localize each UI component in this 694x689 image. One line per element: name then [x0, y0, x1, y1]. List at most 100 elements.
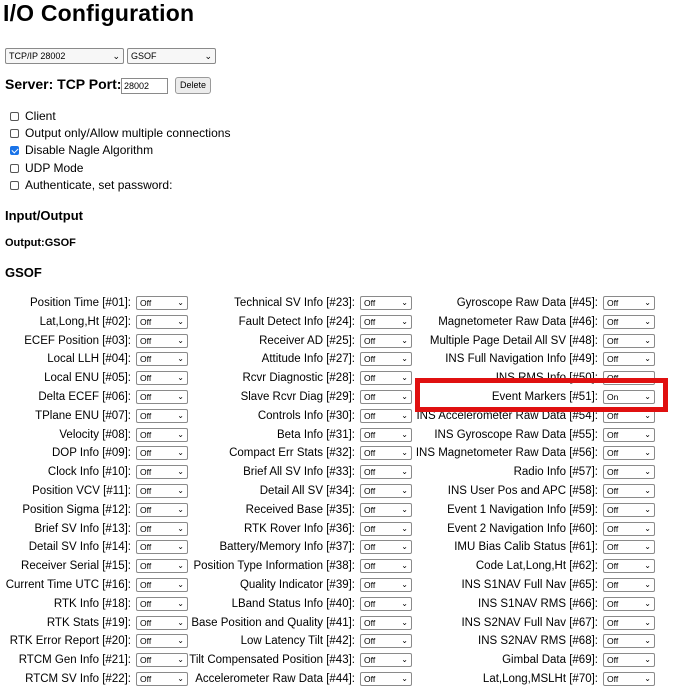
- gsof-rate-select[interactable]: Off ⌄: [136, 634, 188, 649]
- checkbox[interactable]: [10, 128, 19, 138]
- gsof-message-label: Velocity [#08]:: [59, 428, 131, 441]
- gsof-rate-select[interactable]: Off ⌄: [603, 634, 655, 649]
- gsof-rate-select[interactable]: Off ⌄: [603, 352, 655, 367]
- checkbox-row[interactable]: Output only/Allow multiple connections: [10, 125, 230, 141]
- gsof-rate-value: Off: [364, 636, 376, 647]
- gsof-rate-select[interactable]: Off ⌄: [603, 615, 655, 630]
- gsof-rate-select[interactable]: Off ⌄: [360, 296, 412, 310]
- gsof-message-label: Brief All SV Info [#33]:: [243, 466, 355, 479]
- gsof-rate-select[interactable]: Off ⌄: [136, 427, 188, 442]
- gsof-rate-select[interactable]: Off ⌄: [603, 427, 655, 442]
- chevron-down-icon: ⌄: [401, 674, 408, 683]
- checkbox[interactable]: [10, 111, 19, 121]
- gsof-rate-select[interactable]: Off ⌄: [603, 559, 655, 574]
- gsof-rate-select[interactable]: Off ⌄: [603, 465, 655, 480]
- gsof-rate-select[interactable]: Off ⌄: [603, 484, 655, 498]
- gsof-rate-value: Off: [140, 523, 152, 534]
- format-select[interactable]: GSOF ⌄: [127, 48, 216, 64]
- gsof-rate-select[interactable]: Off ⌄: [360, 446, 412, 461]
- gsof-rate-select[interactable]: Off ⌄: [360, 371, 412, 386]
- checkbox-label: Output only/Allow multiple connections: [25, 126, 231, 140]
- gsof-message-label: Attitude Info [#27]:: [261, 353, 355, 366]
- gsof-rate-select[interactable]: Off ⌄: [136, 484, 188, 498]
- tcp-port-input[interactable]: 28002: [121, 78, 168, 94]
- delete-button[interactable]: Delete: [175, 77, 211, 94]
- checkbox[interactable]: [10, 163, 19, 173]
- gsof-rate-select[interactable]: Off ⌄: [136, 352, 188, 367]
- gsof-rate-select[interactable]: Off ⌄: [603, 521, 655, 536]
- gsof-rate-value: Off: [607, 523, 619, 534]
- gsof-rate-select[interactable]: Off ⌄: [136, 446, 188, 461]
- gsof-message-label: RTCM Gen Info [#21]:: [18, 654, 131, 667]
- gsof-rate-select[interactable]: Off ⌄: [136, 521, 188, 536]
- gsof-message-label: LBand Status Info [#40]:: [231, 597, 355, 610]
- gsof-rate-select[interactable]: Off ⌄: [360, 540, 412, 555]
- gsof-rate-value: Off: [140, 542, 152, 553]
- gsof-rate-select[interactable]: Off ⌄: [603, 314, 655, 329]
- gsof-rate-select[interactable]: Off ⌄: [136, 672, 188, 686]
- gsof-rate-select[interactable]: Off ⌄: [360, 559, 412, 574]
- gsof-rate-select[interactable]: Off ⌄: [136, 578, 188, 592]
- gsof-rate-select[interactable]: Off ⌄: [136, 615, 188, 630]
- gsof-rate-select[interactable]: Off ⌄: [360, 672, 412, 686]
- gsof-rate-select[interactable]: Off ⌄: [360, 578, 412, 592]
- gsof-rate-select[interactable]: Off ⌄: [603, 296, 655, 310]
- gsof-rate-value: Off: [364, 617, 376, 628]
- chevron-down-icon: ⌄: [401, 448, 408, 458]
- gsof-rate-select[interactable]: Off ⌄: [136, 596, 188, 611]
- chevron-down-icon: ⌄: [401, 335, 408, 345]
- gsof-rate-value: Off: [140, 504, 152, 515]
- port-select[interactable]: TCP/IP 28002 ⌄: [5, 48, 124, 64]
- gsof-rate-select[interactable]: Off ⌄: [603, 502, 655, 517]
- gsof-rate-select[interactable]: Off ⌄: [136, 653, 188, 668]
- gsof-rate-select[interactable]: Off ⌄: [360, 596, 412, 611]
- chevron-down-icon: ⌄: [177, 392, 184, 401]
- checkbox-row[interactable]: Client: [10, 108, 56, 124]
- gsof-rate-select[interactable]: Off ⌄: [360, 653, 412, 668]
- gsof-rate-select[interactable]: Off ⌄: [603, 540, 655, 555]
- gsof-rate-select[interactable]: Off ⌄: [603, 578, 655, 592]
- gsof-rate-value: Off: [140, 617, 152, 628]
- chevron-down-icon: ⌄: [644, 448, 651, 458]
- chevron-down-icon: ⌄: [644, 354, 651, 364]
- gsof-rate-select[interactable]: Off ⌄: [136, 465, 188, 480]
- gsof-rate-select[interactable]: Off ⌄: [360, 502, 412, 517]
- chevron-down-icon: ⌄: [644, 486, 651, 495]
- gsof-rate-select[interactable]: Off ⌄: [603, 446, 655, 461]
- gsof-rate-select[interactable]: Off ⌄: [360, 314, 412, 329]
- gsof-rate-select[interactable]: Off ⌄: [136, 371, 188, 386]
- gsof-rate-select[interactable]: Off ⌄: [136, 559, 188, 574]
- checkbox-checked[interactable]: [10, 145, 19, 155]
- chevron-down-icon: ⌄: [177, 504, 184, 514]
- gsof-rate-select[interactable]: Off ⌄: [603, 672, 655, 686]
- gsof-rate-select[interactable]: Off ⌄: [360, 634, 412, 649]
- gsof-rate-select[interactable]: Off ⌄: [360, 615, 412, 630]
- gsof-rate-select[interactable]: Off ⌄: [603, 653, 655, 668]
- gsof-rate-select[interactable]: Off ⌄: [360, 408, 412, 423]
- gsof-rate-select[interactable]: Off ⌄: [136, 333, 188, 348]
- checkbox[interactable]: [10, 180, 19, 190]
- gsof-rate-value: Off: [364, 598, 376, 609]
- gsof-rate-select[interactable]: Off ⌄: [360, 427, 412, 442]
- gsof-rate-select[interactable]: Off ⌄: [360, 484, 412, 498]
- gsof-rate-value: Off: [364, 429, 376, 440]
- gsof-rate-select[interactable]: Off ⌄: [136, 540, 188, 555]
- gsof-rate-select[interactable]: Off ⌄: [603, 596, 655, 611]
- gsof-rate-select[interactable]: Off ⌄: [360, 521, 412, 536]
- gsof-rate-select[interactable]: Off ⌄: [136, 390, 188, 404]
- gsof-rate-select[interactable]: Off ⌄: [136, 408, 188, 423]
- chevron-down-icon: ⌄: [401, 504, 408, 514]
- gsof-rate-select[interactable]: Off ⌄: [136, 296, 188, 310]
- checkbox-row[interactable]: UDP Mode: [10, 160, 83, 176]
- gsof-rate-select[interactable]: Off ⌄: [136, 502, 188, 517]
- gsof-rate-select[interactable]: Off ⌄: [360, 333, 412, 348]
- gsof-message-label: Accelerometer Raw Data [#44]:: [195, 673, 355, 685]
- gsof-rate-select[interactable]: Off ⌄: [136, 314, 188, 329]
- gsof-rate-select[interactable]: Off ⌄: [603, 333, 655, 348]
- checkbox-row[interactable]: Disable Nagle Algorithm: [10, 142, 153, 158]
- chevron-down-icon: ⌄: [401, 467, 408, 477]
- gsof-rate-select[interactable]: Off ⌄: [360, 352, 412, 367]
- gsof-rate-select[interactable]: Off ⌄: [360, 465, 412, 480]
- checkbox-row[interactable]: Authenticate, set password:: [10, 177, 172, 193]
- gsof-rate-select[interactable]: Off ⌄: [360, 390, 412, 404]
